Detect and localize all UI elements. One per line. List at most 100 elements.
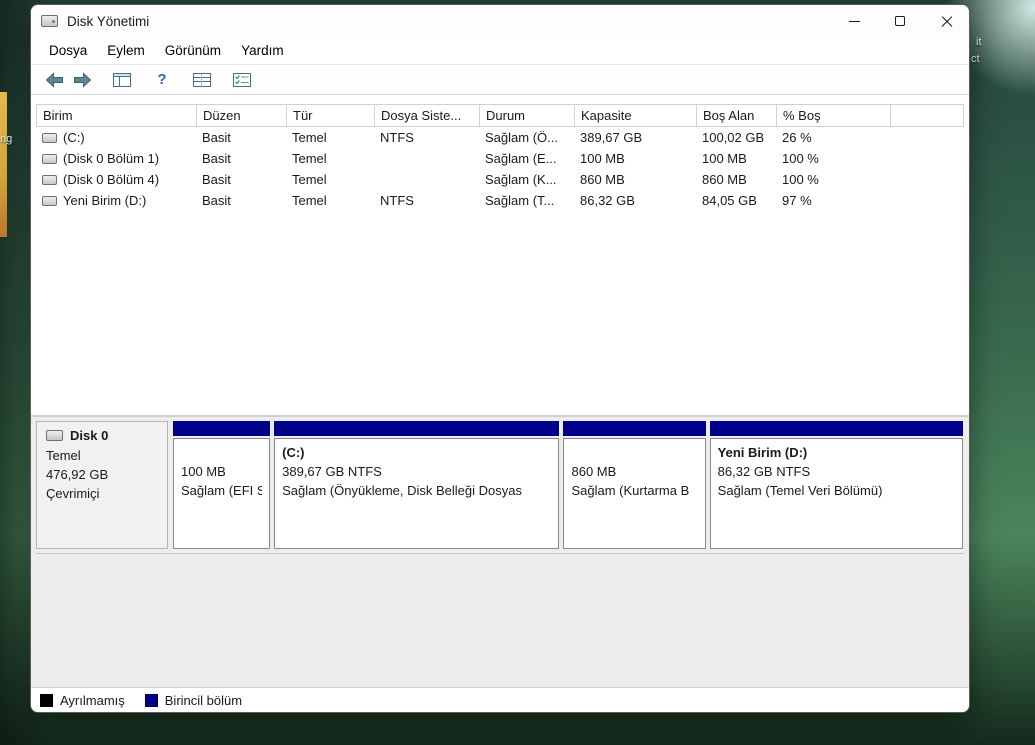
volume-icon bbox=[42, 153, 57, 164]
disk-type: Temel bbox=[46, 448, 81, 463]
table-row-efi[interactable]: (Disk 0 Bölüm 1) Basit Temel Sağlam (E..… bbox=[36, 148, 964, 169]
cell-bos-alan: 100,02 GB bbox=[702, 130, 765, 145]
disk-status: Çevrimiçi bbox=[46, 486, 100, 501]
close-button[interactable] bbox=[923, 5, 969, 37]
cell-durum: Sağlam (E... bbox=[485, 151, 557, 166]
column-header-durum[interactable]: Durum bbox=[480, 105, 575, 126]
toolbar bbox=[31, 65, 969, 95]
cell-kapasite: 389,67 GB bbox=[580, 130, 643, 145]
partition-size: 86,32 GB NTFS bbox=[717, 464, 811, 479]
desktop-icon-label-fragment: it bbox=[976, 36, 982, 48]
partition-color-bar bbox=[563, 421, 706, 436]
cell-dosya-sistemi: NTFS bbox=[380, 130, 414, 145]
partition-body: (C:) 389,67 GB NTFS Sağlam (Önyükleme, D… bbox=[274, 438, 560, 549]
column-header-label: Durum bbox=[486, 108, 526, 123]
disk-management-window: Disk Yönetimi Dosya Eylem Görünüm Yardım bbox=[30, 4, 970, 713]
cell-birim: (Disk 0 Bölüm 1) bbox=[36, 151, 196, 166]
partition-recovery[interactable]: 860 MB Sağlam (Kurtarma B bbox=[563, 421, 706, 549]
cell-kapasite: 100 MB bbox=[580, 151, 625, 166]
help-icon bbox=[157, 71, 166, 88]
menu-dosya[interactable]: Dosya bbox=[39, 39, 97, 62]
properties-icon bbox=[233, 72, 251, 87]
cell-pct-bos: 97 % bbox=[782, 193, 812, 208]
menu-bar: Dosya Eylem Görünüm Yardım bbox=[31, 37, 969, 65]
partition-size: 389,67 GB NTFS bbox=[282, 464, 382, 479]
cell-tur: Temel bbox=[292, 193, 327, 208]
console-tree-icon bbox=[113, 72, 131, 87]
partition-efi[interactable]: 100 MB Sağlam (EFI S bbox=[173, 421, 271, 549]
cell-tur: Temel bbox=[292, 151, 327, 166]
partition-d[interactable]: Yeni Birim (D:) 86,32 GB NTFS Sağlam (Te… bbox=[709, 421, 963, 549]
cell-duzen: Basit bbox=[202, 172, 231, 187]
disk0-section: Disk 0 Temel 476,92 GB Çevrimiçi 100 MB bbox=[36, 421, 964, 554]
desktop-background: it ct ng Disk Yönetimi Dosya Eylem Görün… bbox=[0, 0, 1035, 745]
maximize-icon bbox=[895, 16, 905, 26]
table-row-d[interactable]: Yeni Birim (D:) Basit Temel NTFS Sağlam … bbox=[36, 190, 964, 211]
back-button[interactable] bbox=[40, 67, 68, 93]
caption-buttons bbox=[831, 5, 969, 37]
primary-partition-swatch-icon bbox=[144, 693, 158, 707]
table-row-recovery[interactable]: (Disk 0 Bölüm 4) Basit Temel Sağlam (K..… bbox=[36, 169, 964, 190]
column-header-label: Kapasite bbox=[581, 108, 632, 123]
minimize-button[interactable] bbox=[831, 5, 877, 37]
menu-eylem[interactable]: Eylem bbox=[97, 39, 155, 62]
legend-unallocated: Ayrılmamış bbox=[40, 693, 125, 708]
partition-color-bar bbox=[173, 421, 271, 436]
partition-status: Sağlam (Önyükleme, Disk Belleği Dosyas bbox=[282, 483, 522, 498]
column-header-label: % Boş bbox=[783, 108, 821, 123]
cell-birim: Yeni Birim (D:) bbox=[36, 193, 196, 208]
cell-birim: (C:) bbox=[36, 130, 196, 145]
help-button[interactable] bbox=[148, 67, 176, 93]
back-arrow-icon bbox=[45, 71, 63, 88]
column-header-duzen[interactable]: Düzen bbox=[197, 105, 287, 126]
cell-bos-alan: 860 MB bbox=[702, 172, 747, 187]
column-header-birim[interactable]: Birim bbox=[37, 105, 197, 126]
properties-button[interactable] bbox=[228, 67, 256, 93]
partition-name bbox=[181, 443, 262, 462]
column-header-pct-bos[interactable]: % Boş bbox=[777, 105, 891, 126]
cell-duzen: Basit bbox=[202, 130, 231, 145]
forward-button[interactable] bbox=[68, 67, 96, 93]
disk-management-app-icon bbox=[41, 15, 58, 27]
cell-kapasite: 860 MB bbox=[580, 172, 625, 187]
partition-size: 100 MB bbox=[181, 464, 226, 479]
table-row-c[interactable]: (C:) Basit Temel NTFS Sağlam (Ö... 389,6… bbox=[36, 127, 964, 148]
console-tree-button[interactable] bbox=[108, 67, 136, 93]
cell-duzen: Basit bbox=[202, 151, 231, 166]
legend-label: Ayrılmamış bbox=[60, 692, 125, 708]
forward-arrow-icon bbox=[73, 71, 91, 88]
cell-pct-bos: 26 % bbox=[782, 130, 812, 145]
partition-color-bar bbox=[709, 421, 963, 436]
minimize-icon bbox=[848, 20, 860, 22]
volume-icon bbox=[42, 132, 57, 143]
column-header-dosya-sistemi[interactable]: Dosya Siste... bbox=[375, 105, 480, 126]
column-header-label: Düzen bbox=[203, 108, 241, 123]
menu-yardim[interactable]: Yardım bbox=[231, 39, 294, 62]
graphical-view-panel: Disk 0 Temel 476,92 GB Çevrimiçi 100 MB bbox=[31, 415, 969, 687]
pane-view-icon bbox=[193, 72, 211, 87]
cell-dosya-sistemi: NTFS bbox=[380, 193, 414, 208]
column-header-tur[interactable]: Tür bbox=[287, 105, 375, 126]
cell-kapasite: 86,32 GB bbox=[580, 193, 635, 208]
column-header-bos-alan[interactable]: Boş Alan bbox=[697, 105, 777, 126]
cell-durum: Sağlam (Ö... bbox=[485, 130, 558, 145]
column-header-kapasite[interactable]: Kapasite bbox=[575, 105, 697, 126]
pane-view-button[interactable] bbox=[188, 67, 216, 93]
column-header-label: Dosya Siste... bbox=[381, 108, 462, 123]
window-title: Disk Yönetimi bbox=[67, 13, 150, 29]
partition-body: 860 MB Sağlam (Kurtarma B bbox=[563, 438, 706, 549]
desktop-icon-label-fragment: ng bbox=[0, 133, 13, 145]
legend-label: Birincil bölüm bbox=[164, 692, 243, 708]
disk-size: 476,92 GB bbox=[46, 467, 109, 482]
partition-status: Sağlam (Kurtarma B bbox=[571, 483, 690, 498]
maximize-button[interactable] bbox=[877, 5, 923, 37]
partition-c[interactable]: (C:) 389,67 GB NTFS Sağlam (Önyükleme, D… bbox=[274, 421, 560, 549]
partition-color-bar bbox=[274, 421, 560, 436]
title-bar: Disk Yönetimi bbox=[31, 5, 969, 37]
disk0-label-panel[interactable]: Disk 0 Temel 476,92 GB Çevrimiçi bbox=[36, 421, 168, 549]
cell-pct-bos: 100 % bbox=[782, 151, 819, 166]
menu-gorunum[interactable]: Görünüm bbox=[155, 39, 231, 62]
cell-birim: (Disk 0 Bölüm 4) bbox=[36, 172, 196, 187]
partition-status: Sağlam (EFI S bbox=[181, 483, 263, 498]
cell-pct-bos: 100 % bbox=[782, 172, 819, 187]
